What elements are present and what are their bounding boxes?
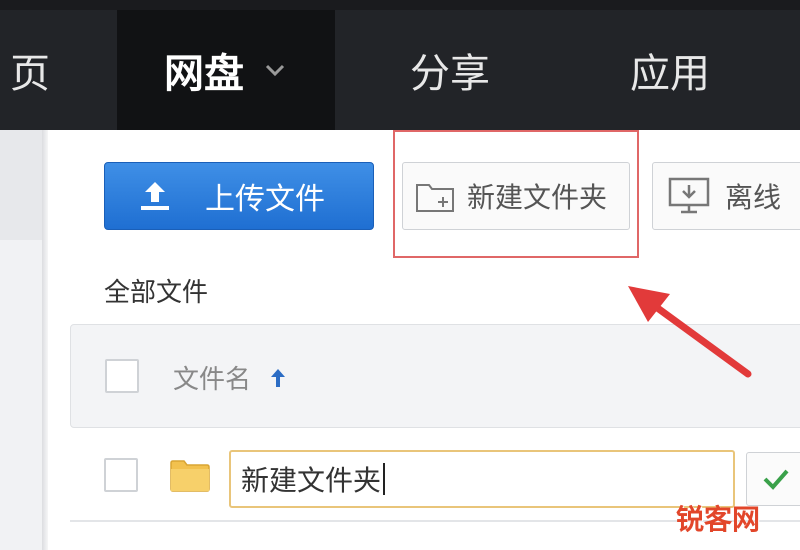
nav-disk-label: 网盘 bbox=[164, 51, 244, 97]
nav-apps-label: 应用 bbox=[630, 51, 710, 97]
column-header-filename[interactable]: 文件名 bbox=[173, 359, 287, 396]
checkmark-icon bbox=[763, 469, 789, 490]
new-folder-icon bbox=[416, 184, 454, 212]
offline-download-label: 离线 bbox=[725, 181, 782, 214]
folder-name-input[interactable]: 新建文件夹 bbox=[229, 450, 735, 508]
offline-download-icon bbox=[668, 177, 710, 214]
watermark: 锐客网 bbox=[676, 503, 761, 536]
breadcrumb[interactable]: 全部文件 bbox=[104, 272, 208, 309]
folder-name-input-value: 新建文件夹 bbox=[241, 464, 382, 497]
new-folder-label: 新建文件夹 bbox=[467, 181, 608, 214]
upload-icon bbox=[141, 182, 169, 210]
top-strip bbox=[0, 0, 800, 10]
new-folder-button[interactable]: 新建文件夹 bbox=[402, 162, 630, 230]
upload-file-label: 上传文件 bbox=[205, 182, 325, 217]
offline-download-button[interactable]: 离线 bbox=[652, 162, 800, 230]
file-list-header: 文件名 bbox=[70, 324, 800, 428]
nav-home[interactable]: 页 bbox=[0, 10, 70, 130]
sort-up-arrow-icon bbox=[271, 368, 286, 387]
chevron-down-icon bbox=[265, 64, 285, 77]
upload-file-button[interactable]: 上传文件 bbox=[104, 162, 374, 230]
nav-share[interactable]: 分享 bbox=[380, 10, 520, 130]
nav-share-label: 分享 bbox=[410, 51, 490, 97]
top-navigation: 页 网盘 分享 应用 bbox=[0, 0, 800, 130]
text-caret bbox=[383, 463, 386, 495]
nav-apps[interactable]: 应用 bbox=[600, 10, 740, 130]
column-header-filename-label: 文件名 bbox=[173, 365, 252, 395]
select-all-checkbox[interactable] bbox=[105, 359, 139, 393]
left-sidebar bbox=[0, 130, 42, 550]
row-checkbox[interactable] bbox=[104, 458, 138, 492]
sidebar-divider bbox=[42, 130, 48, 550]
left-sidebar-selected bbox=[0, 130, 42, 240]
folder-icon bbox=[170, 460, 210, 492]
nav-home-label: 页 bbox=[10, 51, 50, 97]
nav-disk[interactable]: 网盘 bbox=[117, 10, 335, 130]
